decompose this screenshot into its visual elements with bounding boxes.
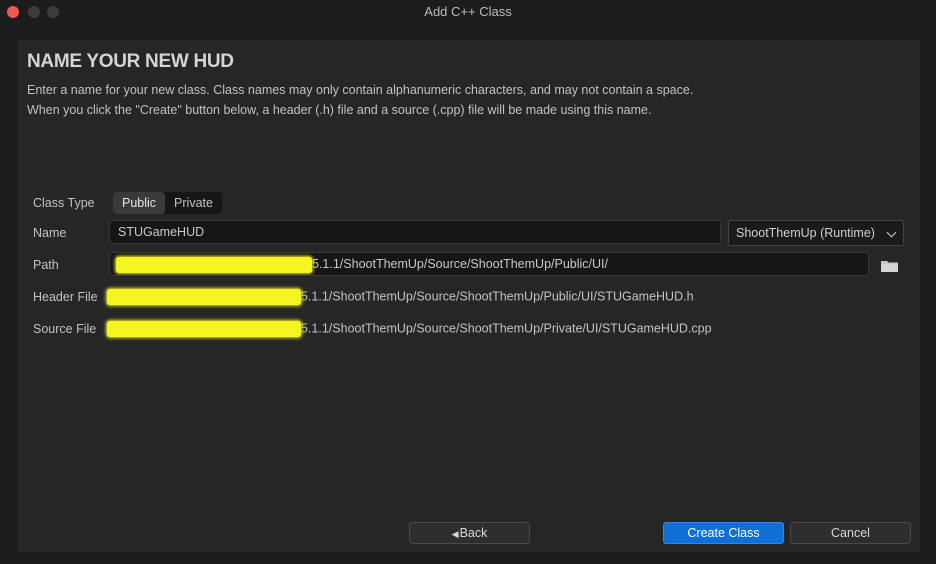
header-file-value: 5.1.1/ShootThemUp/Source/ShootThemUp/Pub… — [301, 289, 694, 304]
window-title: Add C++ Class — [424, 4, 512, 19]
create-class-button[interactable]: Create Class — [663, 522, 784, 544]
dialog-panel: NAME YOUR NEW HUD Enter a name for your … — [18, 40, 920, 552]
class-type-private-option[interactable]: Private — [165, 192, 222, 214]
back-button[interactable]: ◀Back — [409, 522, 530, 544]
path-label: Path — [33, 258, 59, 272]
class-name-input[interactable]: STUGameHUD — [109, 220, 721, 244]
folder-icon[interactable] — [881, 260, 898, 272]
chevron-left-icon: ◀ — [451, 529, 459, 539]
back-button-label: Back — [459, 526, 488, 540]
redacted-header-prefix — [107, 289, 301, 305]
path-value: 5.1.1/ShootThemUp/Source/ShootThemUp/Pub… — [312, 257, 608, 271]
class-type-toggle: Public Private — [113, 192, 222, 214]
header-file-path: 5.1.1/ShootThemUp/Source/ShootThemUp/Pub… — [107, 289, 694, 305]
header-file-label: Header File — [33, 290, 98, 304]
description-line-1: Enter a name for your new class. Class n… — [27, 83, 694, 97]
redacted-path-prefix — [116, 256, 312, 273]
class-type-public-option[interactable]: Public — [113, 192, 166, 214]
title-bar: Add C++ Class — [0, 0, 936, 24]
class-type-label: Class Type — [33, 196, 95, 210]
source-file-path: 5.1.1/ShootThemUp/Source/ShootThemUp/Pri… — [107, 321, 712, 337]
name-label: Name — [33, 226, 67, 240]
page-heading: NAME YOUR NEW HUD — [27, 51, 234, 72]
path-input[interactable]: 5.1.1/ShootThemUp/Source/ShootThemUp/Pub… — [109, 252, 869, 276]
description-line-2: When you click the "Create" button below… — [27, 103, 652, 117]
source-file-label: Source File — [33, 322, 97, 336]
module-dropdown[interactable]: ShootThemUp (Runtime) — [728, 220, 904, 246]
module-dropdown-value: ShootThemUp (Runtime) — [736, 226, 875, 240]
cancel-button[interactable]: Cancel — [790, 522, 911, 544]
source-file-value: 5.1.1/ShootThemUp/Source/ShootThemUp/Pri… — [301, 321, 712, 336]
redacted-source-prefix — [107, 321, 301, 337]
chevron-down-icon — [886, 227, 897, 238]
